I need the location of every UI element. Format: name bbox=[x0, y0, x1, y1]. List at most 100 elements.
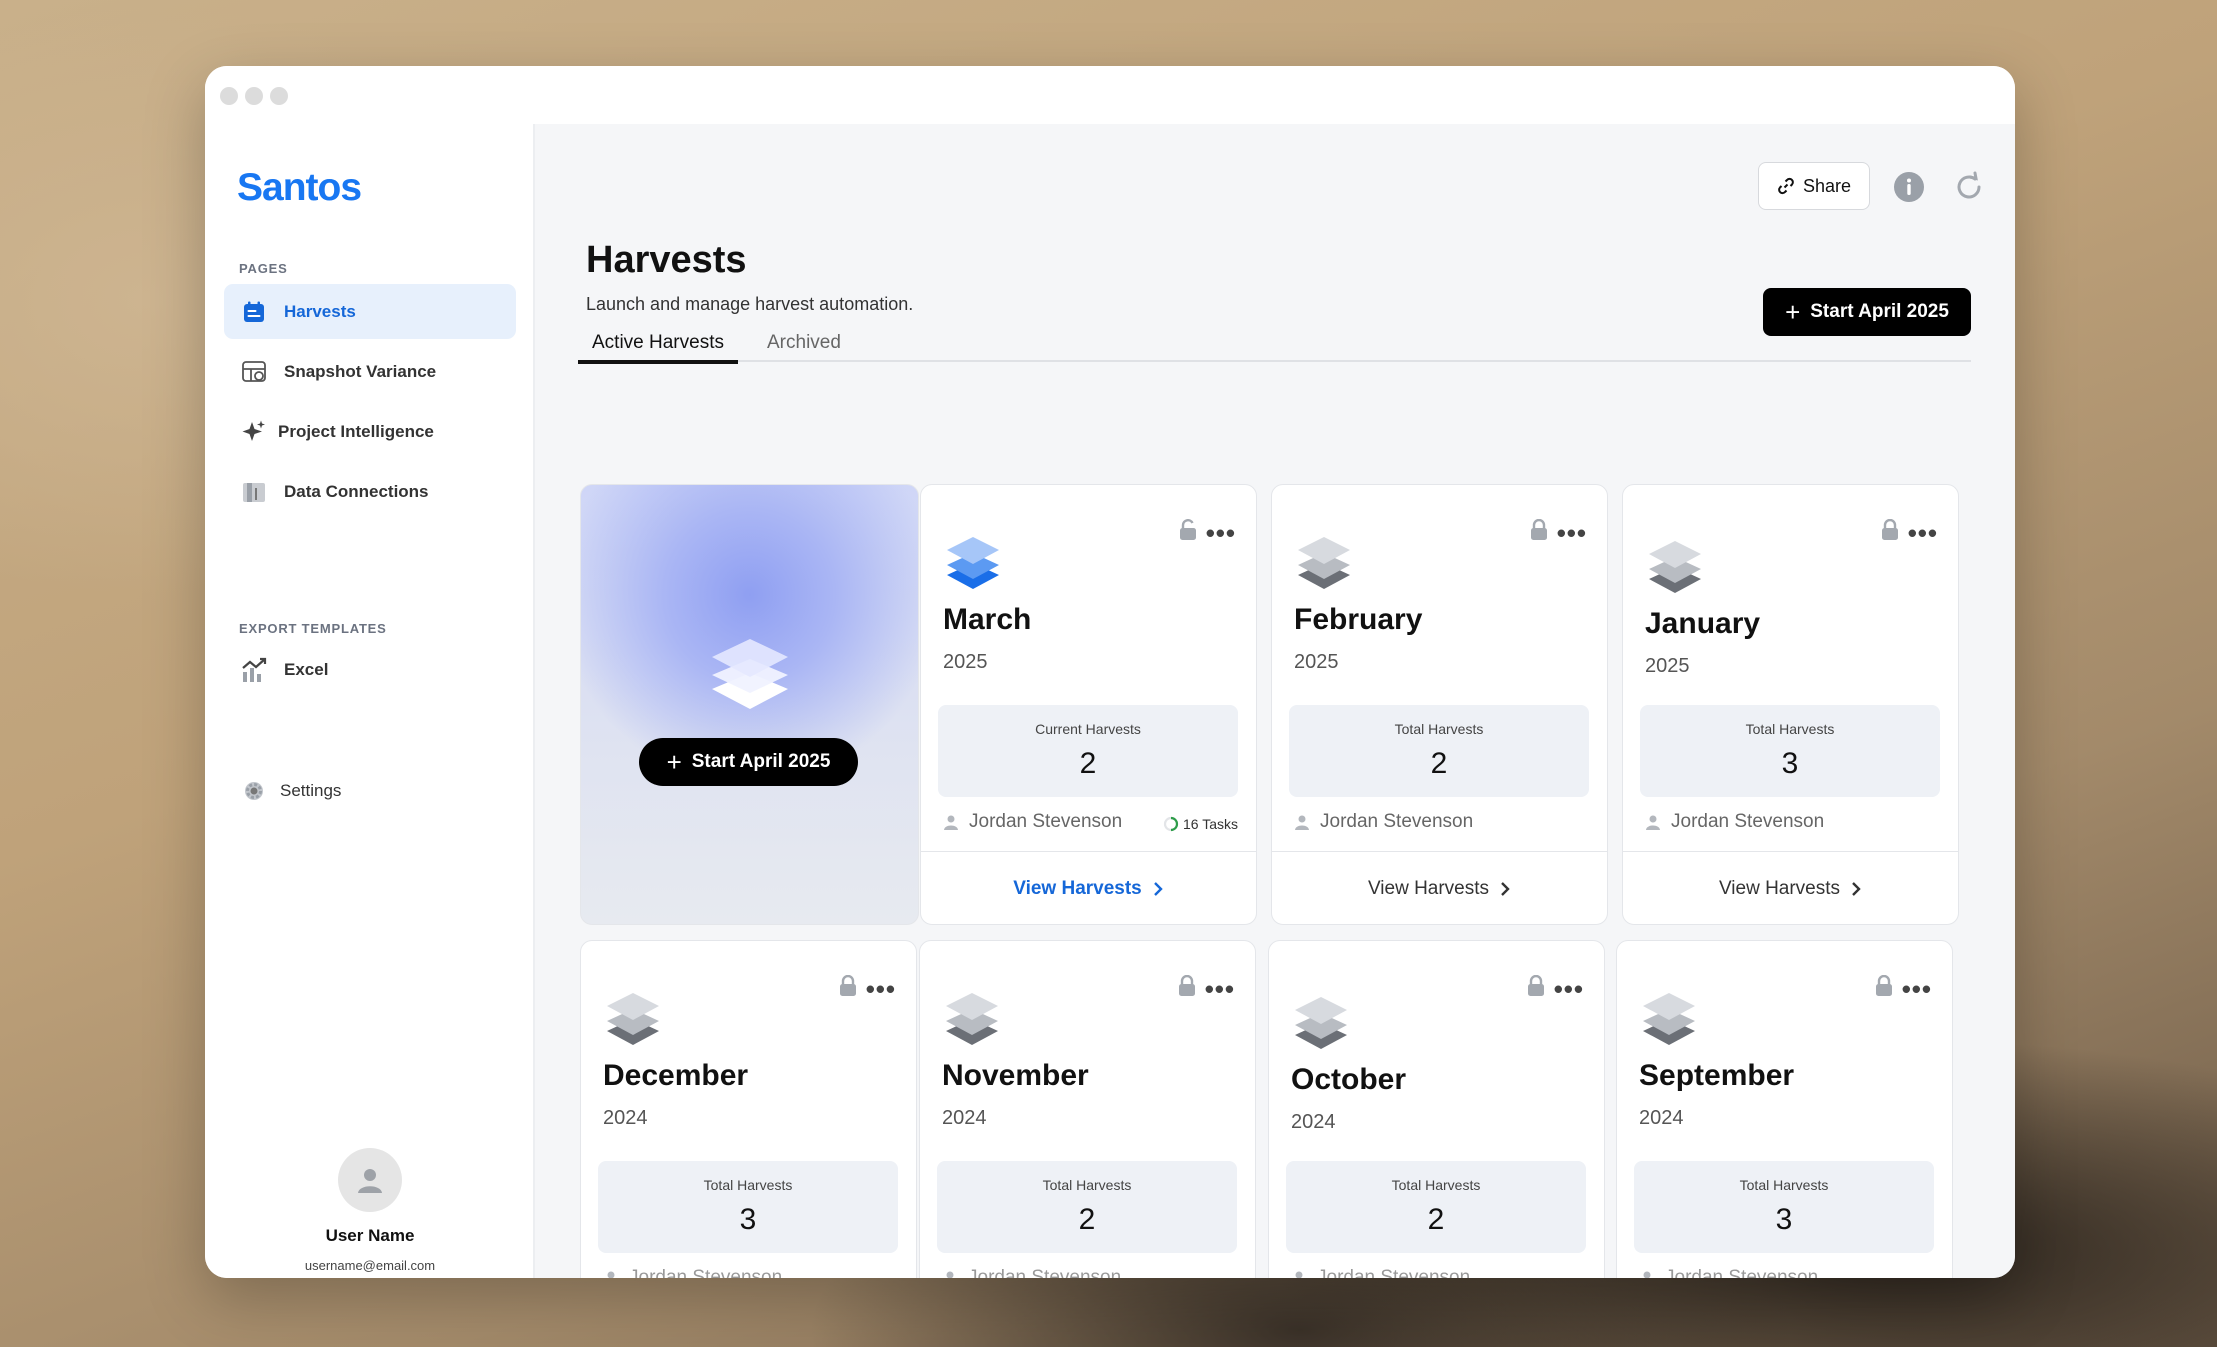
layers-icon bbox=[942, 989, 1002, 1054]
card-year: 2024 bbox=[1639, 1107, 1684, 1129]
page-title: Harvests bbox=[586, 239, 747, 281]
user-profile[interactable]: User Name username@email.com bbox=[205, 1148, 535, 1273]
user-name: User Name bbox=[325, 1226, 415, 1245]
harvest-stat-box: Total Harvests 3 bbox=[1634, 1161, 1934, 1253]
harvest-stat-box: Total Harvests 2 bbox=[1286, 1161, 1586, 1253]
view-harvests-link[interactable]: View Harvests bbox=[1623, 851, 1958, 924]
minimize-window-button[interactable] bbox=[245, 87, 263, 105]
layers-icon bbox=[603, 989, 663, 1054]
layers-icon bbox=[1645, 537, 1705, 602]
owner-name: Jordan Stevenson bbox=[1665, 1267, 1819, 1278]
harvest-card-september[interactable]: ••• September 2024 Total Harvests 3 Jordan St… bbox=[1616, 940, 1953, 1278]
tab-active-harvests[interactable]: Active Harvests bbox=[578, 332, 738, 364]
sidebar-item-label: Snapshot Variance bbox=[284, 361, 437, 381]
more-options-icon[interactable]: ••• bbox=[1908, 520, 1938, 546]
user-icon bbox=[943, 814, 959, 830]
sidebar-item-label: Harvests bbox=[284, 301, 356, 321]
card-year: 2025 bbox=[1294, 651, 1339, 673]
stat-value: 2 bbox=[1078, 1203, 1096, 1236]
card-month: September bbox=[1639, 1059, 1795, 1092]
share-button[interactable]: Share bbox=[1758, 162, 1870, 210]
harvest-stat-box: Total Harvests 2 bbox=[937, 1161, 1237, 1253]
harvest-card-february[interactable]: ••• February 2025 Total Harvests 2 Jordan Ste… bbox=[1271, 484, 1608, 925]
title-bar bbox=[205, 66, 2015, 124]
harvest-card-march[interactable]: ••• March 2025 Current Harvests 2 Jordan Stev… bbox=[920, 484, 1257, 925]
folder-icon bbox=[240, 478, 268, 506]
stat-label: Total Harvests bbox=[1739, 1177, 1829, 1193]
harvest-card-october[interactable]: ••• October 2024 Total Harvests 2 Jordan Stev… bbox=[1268, 940, 1605, 1278]
user-email: username@email.com bbox=[304, 1258, 436, 1273]
tab-bar: Active Harvests Archived bbox=[578, 332, 1971, 364]
card-owner: Jordan Stevenson bbox=[943, 811, 1122, 833]
view-harvests-link[interactable]: View Harvests bbox=[1272, 851, 1607, 924]
refresh-icon[interactable] bbox=[1953, 171, 1985, 208]
stat-value: 2 bbox=[1427, 1203, 1445, 1236]
link-icon bbox=[1777, 177, 1795, 195]
app-window: Santos PAGES Harvests Snapshot Variance … bbox=[205, 66, 2015, 1278]
start-harvest-button[interactable]: + Start April 2025 bbox=[1763, 288, 1971, 336]
sparkle-icon bbox=[240, 418, 268, 446]
snapshot-icon bbox=[240, 358, 268, 386]
lock-icon[interactable] bbox=[1880, 518, 1900, 546]
stat-label: Total Harvests bbox=[1391, 1177, 1481, 1193]
harvest-card-january[interactable]: ••• January 2025 Total Harvests 3 Jordan Stev… bbox=[1622, 484, 1959, 925]
sidebar-item-harvests[interactable]: Harvests bbox=[224, 284, 516, 339]
more-options-icon[interactable]: ••• bbox=[866, 976, 896, 1002]
lock-icon[interactable] bbox=[838, 974, 858, 1002]
close-window-button[interactable] bbox=[220, 87, 238, 105]
owner-name: Jordan Stevenson bbox=[968, 1267, 1122, 1278]
sidebar-item-settings[interactable]: Settings bbox=[224, 763, 516, 818]
calendar-icon bbox=[240, 298, 268, 326]
tab-archived[interactable]: Archived bbox=[767, 332, 841, 362]
lock-icon[interactable] bbox=[1177, 974, 1197, 1002]
card-year: 2024 bbox=[942, 1107, 987, 1129]
chevron-right-icon bbox=[1850, 881, 1862, 897]
more-options-icon[interactable]: ••• bbox=[1205, 976, 1235, 1002]
more-options-icon[interactable]: ••• bbox=[1902, 976, 1932, 1002]
sidebar-item-project-intelligence[interactable]: Project Intelligence bbox=[224, 404, 516, 459]
harvest-card-december[interactable]: ••• December 2024 Total Harvests 3 Jordan Ste… bbox=[580, 940, 917, 1278]
layers-icon bbox=[1294, 533, 1354, 598]
stat-label: Total Harvests bbox=[1042, 1177, 1132, 1193]
chart-up-icon bbox=[240, 656, 268, 684]
more-options-icon[interactable]: ••• bbox=[1557, 520, 1587, 546]
lock-icon[interactable] bbox=[1178, 519, 1198, 546]
harvest-stat-box: Total Harvests 3 bbox=[598, 1161, 898, 1253]
more-options-icon[interactable]: ••• bbox=[1206, 520, 1236, 546]
lock-icon[interactable] bbox=[1526, 974, 1546, 1002]
sidebar-item-excel[interactable]: Excel bbox=[224, 642, 516, 697]
owner-name: Jordan Stevenson bbox=[969, 811, 1123, 832]
sidebar-item-snapshot-variance[interactable]: Snapshot Variance bbox=[224, 344, 516, 399]
page-subtitle: Launch and manage harvest automation. bbox=[586, 294, 914, 314]
sidebar: Santos PAGES Harvests Snapshot Variance … bbox=[205, 124, 535, 1278]
hero-start-label: Start April 2025 bbox=[691, 751, 831, 772]
avatar[interactable] bbox=[338, 1148, 402, 1212]
card-year: 2024 bbox=[603, 1107, 648, 1129]
harvest-card-november[interactable]: ••• November 2024 Total Harvests 2 Jordan Ste… bbox=[919, 940, 1256, 1278]
info-icon[interactable] bbox=[1893, 171, 1925, 208]
export-templates-heading: EXPORT TEMPLATES bbox=[239, 621, 387, 636]
sidebar-item-data-connections[interactable]: Data Connections bbox=[224, 464, 516, 519]
stat-label: Total Harvests bbox=[703, 1177, 793, 1193]
layers-icon bbox=[708, 633, 792, 722]
task-count-label: 16 Tasks bbox=[1183, 816, 1238, 832]
pages-heading: PAGES bbox=[239, 261, 288, 276]
start-harvest-card[interactable]: + Start April 2025 bbox=[580, 484, 919, 925]
stat-label: Total Harvests bbox=[1745, 721, 1835, 737]
owner-name: Jordan Stevenson bbox=[629, 1267, 783, 1278]
card-month: February bbox=[1294, 603, 1423, 636]
brand-logo[interactable]: Santos bbox=[237, 166, 362, 210]
lock-icon[interactable] bbox=[1874, 974, 1894, 1002]
stat-value: 2 bbox=[1430, 747, 1448, 780]
more-options-icon[interactable]: ••• bbox=[1554, 976, 1584, 1002]
card-year: 2025 bbox=[1645, 655, 1690, 677]
hero-start-harvest-button[interactable]: + Start April 2025 bbox=[639, 738, 858, 786]
task-count: 16 Tasks bbox=[1163, 816, 1238, 832]
card-month: March bbox=[943, 603, 1032, 636]
view-harvests-link[interactable]: View Harvests bbox=[921, 851, 1256, 924]
lock-icon[interactable] bbox=[1529, 518, 1549, 546]
chevron-right-icon bbox=[1152, 881, 1164, 897]
layers-icon bbox=[1291, 993, 1351, 1058]
stat-label: Total Harvests bbox=[1394, 721, 1484, 737]
maximize-window-button[interactable] bbox=[270, 87, 288, 105]
